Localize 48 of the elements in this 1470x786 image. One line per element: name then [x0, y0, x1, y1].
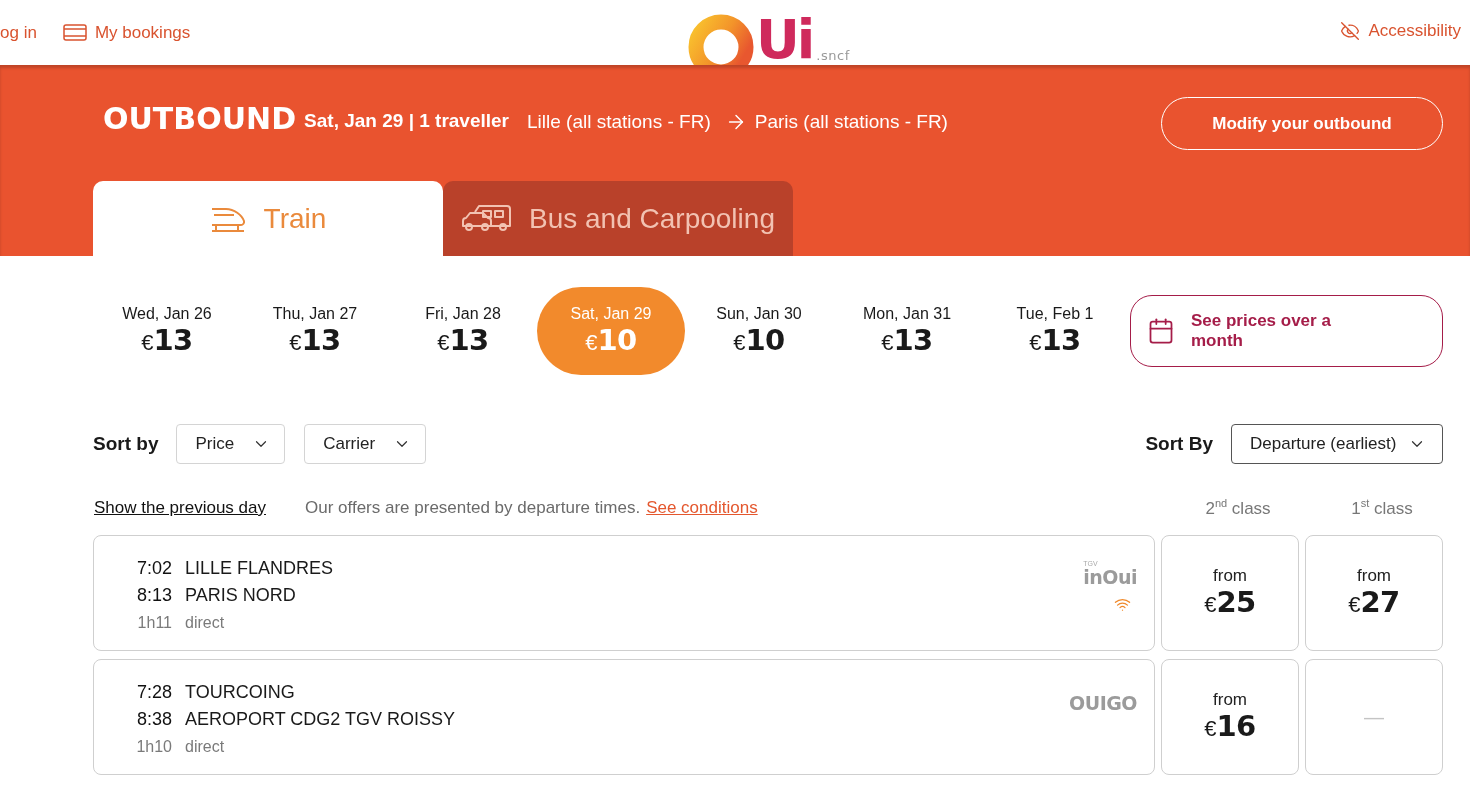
fare-button[interactable]: from €16 [1161, 659, 1299, 775]
origin-text: Lille (all stations - FR) [527, 111, 711, 133]
sort-label: Sort By [1145, 433, 1213, 455]
sort-label: Sort by [93, 433, 159, 455]
direction-title: OUTBOUND [103, 101, 297, 136]
trip-duration: 1h11 [137, 613, 172, 633]
destination-text: Paris (all stations - FR) [754, 111, 948, 133]
filter-dropdown[interactable]: Carrier [304, 424, 427, 464]
date-option[interactable]: Tue, Feb 1 €13 [981, 287, 1129, 375]
date-option[interactable]: Sun, Jan 30 €10 [685, 287, 833, 375]
departure-time: 7:28 [136, 681, 172, 704]
trip-stops: direct [185, 613, 225, 633]
month-prices-button[interactable]: See prices over a month [1130, 295, 1443, 367]
date-option[interactable]: Wed, Jan 26 €13 [93, 287, 241, 375]
departure-station: TOURCOING [185, 681, 296, 704]
departure-station: LILLE FLANDRES [185, 557, 334, 580]
arrival-time: 8:13 [136, 584, 172, 607]
offers-notice: Our offers are presented by departure times. [305, 498, 641, 518]
accessibility-link[interactable]: Accessibility [1340, 20, 1461, 41]
unavailable-fare: — [1305, 659, 1443, 775]
class-header: 1$^{st}$ class [1351, 497, 1413, 519]
fare-button[interactable]: from €25 [1161, 535, 1299, 651]
ticket-icon [62, 24, 87, 41]
previous-day-link[interactable]: Show the previous day [94, 498, 266, 518]
trip-duration: 1h10 [136, 737, 172, 757]
header-link[interactable]: My bookings [62, 22, 191, 43]
carrier-logo: OUIGO [1069, 693, 1137, 713]
class-header: 2$^{nd}$ class [1205, 497, 1271, 519]
calendar-icon [1147, 317, 1175, 345]
fare-button[interactable]: from €27 [1305, 535, 1443, 651]
header-link[interactable]: og in [0, 22, 37, 43]
trip-stops: direct [185, 737, 225, 757]
date-option[interactable]: Mon, Jan 31 €13 [833, 287, 981, 375]
date-option[interactable]: Thu, Jan 27 €13 [241, 287, 389, 375]
arrival-time: 8:38 [136, 708, 172, 731]
eye-slash-icon [1340, 20, 1361, 41]
trip-details: Sat, Jan 29 | 1 traveller [304, 109, 509, 132]
arrival-station: AEROPORT CDG2 TGV ROISSY [185, 708, 456, 731]
logo-text: Ui [756, 18, 813, 62]
conditions-link[interactable]: See conditions [646, 498, 758, 518]
logo-suffix: .sncf [816, 49, 850, 62]
carrier-logo: inOui [1083, 567, 1137, 587]
arrival-station: PARIS NORD [185, 584, 297, 607]
date-option[interactable]: Fri, Jan 28 €13 [389, 287, 537, 375]
filter-dropdown[interactable]: Price [176, 424, 286, 464]
sort-order-dropdown[interactable]: Departure (earliest) [1231, 424, 1443, 464]
van-and-car-icon [461, 203, 511, 234]
departure-time: 7:02 [136, 557, 172, 580]
